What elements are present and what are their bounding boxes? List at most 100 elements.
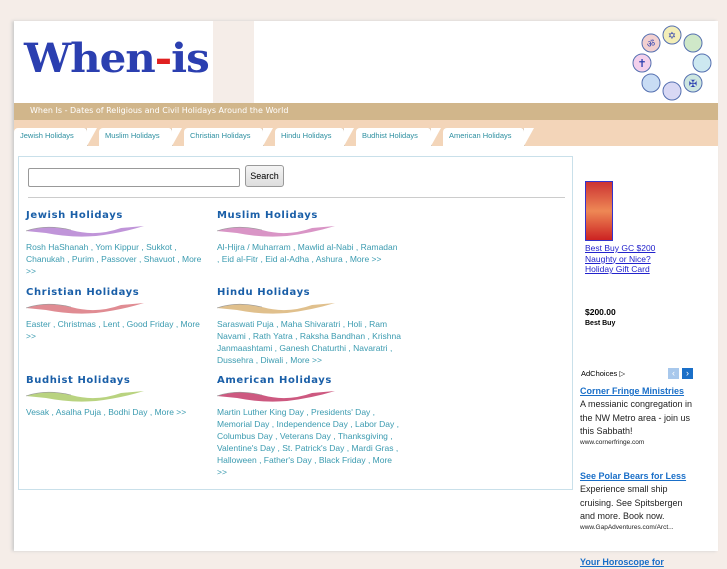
tab-muslim[interactable]: Muslim Holidays	[99, 128, 182, 146]
holiday-link[interactable]: Eid al-Adha	[265, 254, 309, 264]
holiday-link[interactable]: Lent	[103, 319, 120, 329]
holiday-link[interactable]: Thanksgiving	[338, 431, 388, 441]
holiday-link[interactable]: Rath Yatra	[253, 331, 293, 341]
ad-url[interactable]: www.GapAdventures.com/Arct...	[580, 524, 700, 531]
holiday-link[interactable]: More >>	[290, 355, 322, 365]
section-title[interactable]: American Holidays	[217, 375, 402, 386]
holiday-link[interactable]: Father's Day	[264, 455, 312, 465]
holiday-link[interactable]: Good Friday	[127, 319, 174, 329]
ad-title[interactable]: See Polar Bears for Less	[580, 469, 700, 483]
holiday-link[interactable]: Shavuot	[144, 254, 175, 264]
holiday-link[interactable]: Holi	[347, 319, 362, 329]
ad-description: A messianic congregation in the NW Metro…	[580, 399, 693, 436]
holiday-link[interactable]: Memorial Day	[217, 419, 269, 429]
holiday-link[interactable]: Martin Luther King Day	[217, 407, 304, 417]
site-logo[interactable]: When-is	[14, 21, 213, 103]
search-input[interactable]	[28, 168, 240, 187]
holiday-link[interactable]: Bodhi Day	[108, 407, 147, 417]
prev-ad-icon[interactable]: ‹	[668, 368, 679, 379]
swoosh-icon	[217, 226, 335, 237]
product-link[interactable]: Best Buy GC $200 Naughty or Nice? Holida…	[585, 243, 675, 275]
swoosh-icon	[26, 391, 144, 402]
holiday-links: Martin Luther King Day , Presidents' Day…	[217, 407, 399, 477]
product-seller: Best Buy	[585, 320, 616, 327]
holiday-link[interactable]: Raksha Bandhan	[300, 331, 365, 341]
holiday-link[interactable]: Labor Day	[355, 419, 394, 429]
gift-card-image[interactable]	[585, 181, 613, 241]
holiday-content: Search Jewish Holidays Rosh HaShanah , Yo…	[18, 156, 573, 490]
ad-url[interactable]: www.cornerfringe.com	[580, 439, 700, 446]
holiday-link[interactable]: Dussehra	[217, 355, 253, 365]
holiday-section: Budhist Holidays Vesak , Asalha Puja , Bo…	[26, 375, 211, 418]
holiday-link[interactable]: Easter	[26, 319, 51, 329]
holiday-link[interactable]: Ramadan	[361, 242, 398, 252]
holiday-link[interactable]: Navaratri	[353, 343, 387, 353]
holiday-link[interactable]: Rosh HaShanah	[26, 242, 88, 252]
religion-symbols-icon: ✡ ✝ ॐ ✠	[632, 25, 712, 101]
section-title[interactable]: Budhist Holidays	[26, 375, 211, 386]
holiday-link[interactable]: Passover	[101, 254, 136, 264]
holiday-link[interactable]: Presidents' Day	[311, 407, 370, 417]
logo-text-end: is	[171, 35, 210, 82]
ad-title[interactable]: Your Horoscope for	[580, 555, 700, 569]
holiday-link[interactable]: Columbus Day	[217, 431, 273, 441]
holiday-link[interactable]: Ashura	[316, 254, 343, 264]
holiday-link[interactable]: Vesak	[26, 407, 49, 417]
search-button[interactable]: Search	[245, 165, 284, 187]
ad-title[interactable]: Corner Fringe Ministries	[580, 384, 700, 398]
logo-dash: -	[154, 35, 172, 82]
swoosh-icon	[217, 303, 335, 314]
holiday-section: American Holidays Martin Luther King Day …	[217, 375, 402, 478]
logo-text: When	[24, 35, 156, 82]
holiday-link[interactable]: Valentine's Day	[217, 443, 275, 453]
svg-text:✝: ✝	[637, 57, 646, 70]
tab-budhist[interactable]: Budhist Holidays	[356, 128, 441, 146]
site-tagline: When Is - Dates of Religious and Civil H…	[14, 103, 718, 120]
holiday-link[interactable]: Yom Kippur	[95, 242, 139, 252]
holiday-link[interactable]: Veterans Day	[280, 431, 331, 441]
ad-item: Corner Fringe Ministries A messianic con…	[580, 384, 700, 446]
swoosh-icon	[26, 303, 144, 314]
section-title[interactable]: Christian Holidays	[26, 287, 211, 298]
holiday-links: Rosh HaShanah , Yom Kippur , Sukkot , Ch…	[26, 242, 202, 276]
tab-hindu[interactable]: Hindu Holidays	[275, 128, 354, 146]
page: When-is ✡ ✝ ॐ ✠ When Is - Dates of Relig…	[14, 21, 718, 567]
section-title[interactable]: Hindu Holidays	[217, 287, 402, 298]
holiday-link[interactable]: Sukkot	[146, 242, 172, 252]
holiday-link[interactable]: Mawlid al-Nabi	[298, 242, 354, 252]
holiday-link[interactable]: Saraswati Puja	[217, 319, 274, 329]
holiday-link[interactable]: Purim	[72, 254, 94, 264]
tab-jewish[interactable]: Jewish Holidays	[14, 128, 97, 146]
next-ad-icon[interactable]: ›	[682, 368, 693, 379]
holiday-link[interactable]: More >>	[155, 407, 187, 417]
holiday-link[interactable]: Black Friday	[319, 455, 366, 465]
svg-text:✠: ✠	[689, 79, 697, 90]
tab-american[interactable]: American Holidays	[443, 128, 534, 146]
holiday-link[interactable]: Independence Day	[277, 419, 348, 429]
holiday-link[interactable]: Chanukah	[26, 254, 65, 264]
holiday-link[interactable]: Al-Hijra / Muharram	[217, 242, 291, 252]
holiday-links: Easter , Christmas , Lent , Good Friday …	[26, 319, 200, 341]
section-title[interactable]: Jewish Holidays	[26, 210, 211, 221]
tab-christian[interactable]: Christian Holidays	[184, 128, 273, 146]
holiday-link[interactable]: St. Patrick's Day	[282, 443, 344, 453]
holiday-section: Muslim Holidays Al-Hijra / Muharram , Maw…	[217, 210, 402, 265]
holiday-section: Christian Holidays Easter , Christmas , L…	[26, 287, 211, 342]
tab-bar: Jewish Holidays Muslim Holidays Christia…	[14, 120, 718, 146]
holiday-link[interactable]: Eid al-Fitr	[222, 254, 258, 264]
holiday-link[interactable]: Halloween	[217, 455, 257, 465]
holiday-link[interactable]: Diwali	[260, 355, 283, 365]
section-title[interactable]: Muslim Holidays	[217, 210, 402, 221]
holiday-section: Hindu Holidays Saraswati Puja , Maha Shiv…	[217, 287, 402, 366]
holiday-section: Jewish Holidays Rosh HaShanah , Yom Kippu…	[26, 210, 211, 277]
header-gap	[213, 21, 254, 103]
holiday-link[interactable]: More >>	[350, 254, 382, 264]
holiday-link[interactable]: Mardi Gras	[351, 443, 393, 453]
holiday-link[interactable]: Ganesh Chaturthi	[279, 343, 346, 353]
svg-text:ॐ: ॐ	[647, 39, 655, 50]
holiday-link[interactable]: Christmas	[58, 319, 96, 329]
adchoices-label[interactable]: AdChoices ▷	[581, 369, 625, 378]
holiday-link[interactable]: Maha Shivaratri	[281, 319, 341, 329]
holiday-link[interactable]: Asalha Puja	[56, 407, 101, 417]
ad-item: Your Horoscope for	[580, 555, 700, 569]
